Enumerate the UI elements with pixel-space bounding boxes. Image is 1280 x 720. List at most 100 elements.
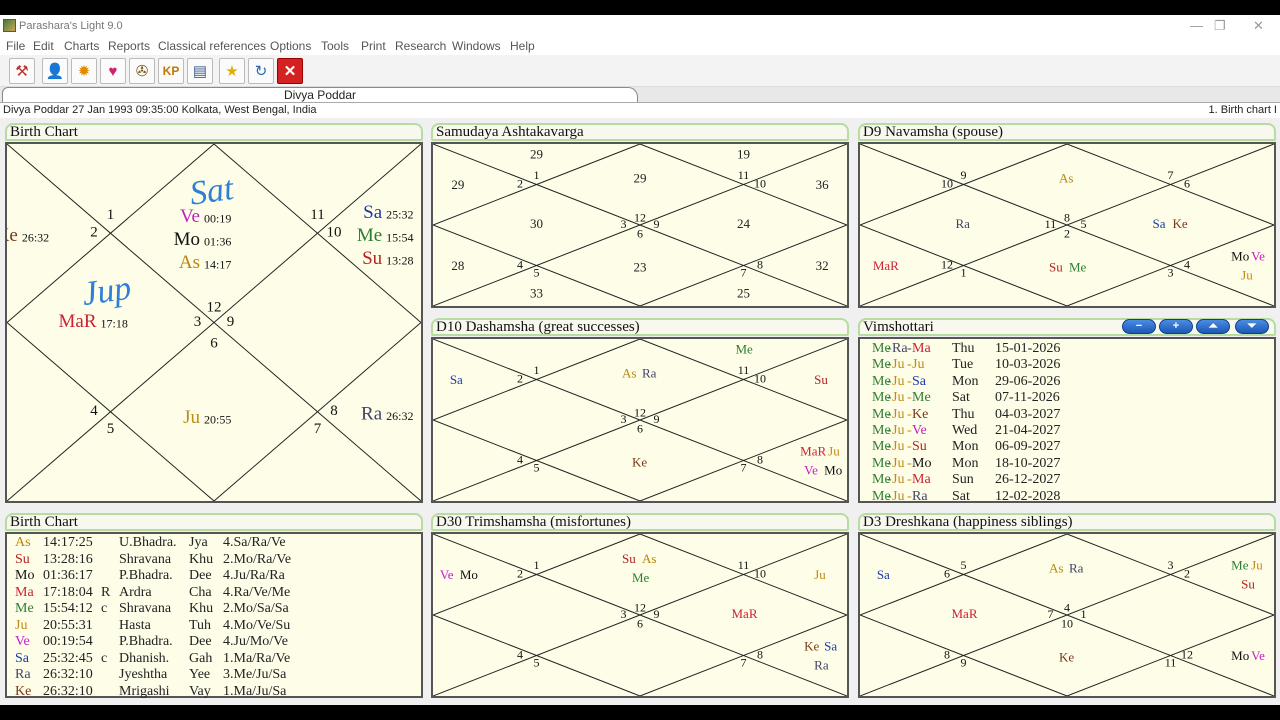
dasha-planet: Ju [912,357,925,373]
dasha-planet: Ra [912,488,928,504]
menu-research[interactable]: Research [395,39,446,53]
menu-print[interactable]: Print [361,39,386,53]
sign-number: 8 [1064,210,1070,224]
planet-mo: Mo [460,567,478,582]
planet-nak-cell: P.Bhadra. [119,634,173,649]
dasha-row[interactable]: Me - Ju - Ra Sat 12-02-2028 [872,489,1132,505]
sign-number: 2 [1184,566,1190,580]
d3-body[interactable]: 4 5 6 7 8 9 10 11 12 1 2 3 As Ra Sa MaR Ke Mo Ve Me Ju Su [858,532,1276,698]
dasha-planet: Mo [912,455,932,471]
scroll-up-button[interactable]: ⏶ [1196,319,1230,334]
planet-sa: Sa [1153,216,1166,231]
planet-row[interactable]: Sa 25:32:45 c Dhanish. Gah 1.Ma/Ra/Ve [13,651,413,667]
planet-deg-cell: 26:32:10 [43,667,93,682]
d30-body[interactable]: 12 1 2 3 4 5 6 7 8 9 10 11 Su As Me Ve Mo Ke Sa Ra MaR Ju [431,532,849,698]
menu-tools[interactable]: Tools [321,39,349,53]
dasha-day: Thu [952,406,975,422]
d9-body[interactable]: 8 9 10 11 12 1 2 3 4 5 6 7 As Ra MaR Su Me Mo Ve Ju Sa Ke [858,142,1276,308]
vimshottari-list[interactable]: Me - Ra - Ma Thu 15-01-2026 Me - Ju - Ju Tue 10-03-20… [858,337,1276,505]
planet-me: Me [357,225,382,246]
planet-ju: Ju [183,407,200,428]
chart-selector-label[interactable]: 1. Birth chart I [1209,103,1277,118]
sign-number: 4 [517,647,523,661]
planet-degree: 13:28 [386,254,413,268]
planet-row[interactable]: Ra 26:32:10 Jyeshtha Yee 3.Me/Ju/Sa [13,667,413,683]
sign-number: 6 [637,616,643,630]
planet-row[interactable]: Me 15:54:12 c Shravana Khu 2.Mo/Sa/Sa [13,601,413,617]
samudaya-body[interactable]: 12 1 2 3 4 5 6 7 8 9 10 11 29 29 29 30 28 33 23 25 32 24 36 19 [431,142,849,308]
expand-button[interactable]: + [1159,319,1193,334]
planet-row[interactable]: As 14:17:25 U.Bhadra. Jya 4.Sa/Ra/Ve [13,535,413,551]
tab-strip: Divya Poddar [0,87,1280,102]
menu-file[interactable]: File [6,39,25,53]
planet-row[interactable]: Ma 17:18:04 R Ardra Cha 4.Ra/Ve/Me [13,585,413,601]
planet-sa: Sa [450,372,463,387]
planet-row[interactable]: Ke 26:32:10 Mrigashi Vay 1.Ma/Ju/Sa [13,684,413,700]
planet-su: Su [362,248,383,269]
menu-windows[interactable]: Windows [452,39,501,53]
dasha-row[interactable]: Me - Ju - Ju Tue 10-03-2026 [872,357,1132,373]
heart-icon[interactable]: ♥ [100,58,126,84]
sign-number: 2 [90,225,98,241]
dasha-row[interactable]: Me - Ju - Ke Thu 04-03-2027 [872,407,1132,423]
dasha-row[interactable]: Me - Ju - Ve Wed 21-04-2027 [872,423,1132,439]
planet-ju: Ju [828,444,840,459]
dasha-date: 26-12-2027 [995,472,1061,488]
tab-divya-poddar[interactable]: Divya Poddar [2,87,638,102]
planet-deg-cell: 14:17:25 [43,535,93,550]
planet-lord-cell: Khu [189,551,214,567]
birth-chart-body[interactable]: 121234567891011Ve00:19Mo01:36As14:17Ke26… [5,142,423,503]
planet-row[interactable]: Ve 00:19:54 P.Bhadra. Dee 4.Ju/Mo/Ve [13,634,413,650]
menu-edit[interactable]: Edit [33,39,54,53]
dasha-row[interactable]: Me - Ju - Sa Mon 29-06-2026 [872,374,1132,390]
dasha-day: Sat [952,390,970,406]
collapse-button[interactable]: − [1122,319,1156,334]
planet-ve: Ve [804,463,818,478]
sign-number: 1 [534,363,540,377]
dasha-day: Wed [952,423,978,438]
wheel-icon[interactable]: ✇ [129,58,155,84]
dasha-row[interactable]: Me - Ju - Me Sat 07-11-2026 [872,390,1132,406]
dasha-separator: - [907,373,912,389]
dasha-day: Mon [952,455,979,471]
dasha-row[interactable]: Me - Ju - Su Mon 06-09-2027 [872,439,1132,455]
dasha-separator: - [887,439,892,455]
dasha-separator: - [887,390,892,406]
dasha-date: 15-01-2026 [995,341,1061,356]
planet-pada-cell: 2.Mo/Ra/Ve [223,551,292,567]
close-icon[interactable]: ✕ [277,58,303,84]
bindu-total: 28 [451,258,464,273]
window-close-icon[interactable]: ✕ [1253,18,1264,34]
menu-help[interactable]: Help [510,39,535,53]
scroll-down-button[interactable]: ⏷ [1235,319,1269,334]
menu-classical-references[interactable]: Classical references [158,39,266,53]
minimize-icon[interactable]: — [1190,18,1203,33]
sign-number: 5 [534,460,540,474]
kp-icon[interactable]: KP [158,58,184,84]
refresh-icon[interactable]: ↻ [248,58,274,84]
planet-pada-cell: 4.Mo/Ve/Su [223,617,291,633]
d10-body[interactable]: 12 1 2 3 4 5 6 7 8 9 10 11 As Ra Sa Ke MaR Ju Ve Mo Su Me [431,337,849,503]
dasha-row[interactable]: Me - Ju - Ma Sun 26-12-2027 [872,472,1132,488]
planet-row[interactable]: Su 13:28:16 Shravana Khu 2.Mo/Ra/Ve [13,552,413,568]
tools-icon[interactable]: ⚒ [9,58,35,84]
dasha-date: 12-02-2028 [995,488,1061,504]
menu-options[interactable]: Options [270,39,311,53]
menu-charts[interactable]: Charts [64,39,99,53]
sign-number: 10 [754,176,766,190]
dasha-row[interactable]: Me - Ra - Ma Thu 15-01-2026 [872,341,1132,357]
star-icon[interactable]: ★ [219,58,245,84]
planet-row[interactable]: Mo 01:36:17 P.Bhadra. Dee 4.Ju/Ra/Ra [13,568,413,584]
sun-burst-icon[interactable]: ✹ [71,58,97,84]
planet-row[interactable]: Ju 20:55:31 Hasta Tuh 4.Mo/Ve/Su [13,618,413,634]
restore-icon[interactable]: ❐ [1214,18,1226,34]
samudaya-ashtakavarga-panel: Samudaya Ashtakavarga 12 1 2 3 4 5 6 7 8 9 10 11 29 2… [431,123,849,308]
planet-me: Me [1231,558,1249,573]
menu-reports[interactable]: Reports [108,39,150,53]
dasha-row[interactable]: Me - Ju - Mo Mon 18-10-2027 [872,456,1132,472]
sign-number: 4 [517,257,523,271]
planet-ju: Ju [1251,558,1263,573]
report-icon[interactable]: ▤ [187,58,213,84]
planet-positions-table[interactable]: As 14:17:25 U.Bhadra. Jya 4.Sa/Ra/Ve Su 13:28:… [5,532,423,700]
person-icon[interactable]: 👤 [42,58,68,84]
